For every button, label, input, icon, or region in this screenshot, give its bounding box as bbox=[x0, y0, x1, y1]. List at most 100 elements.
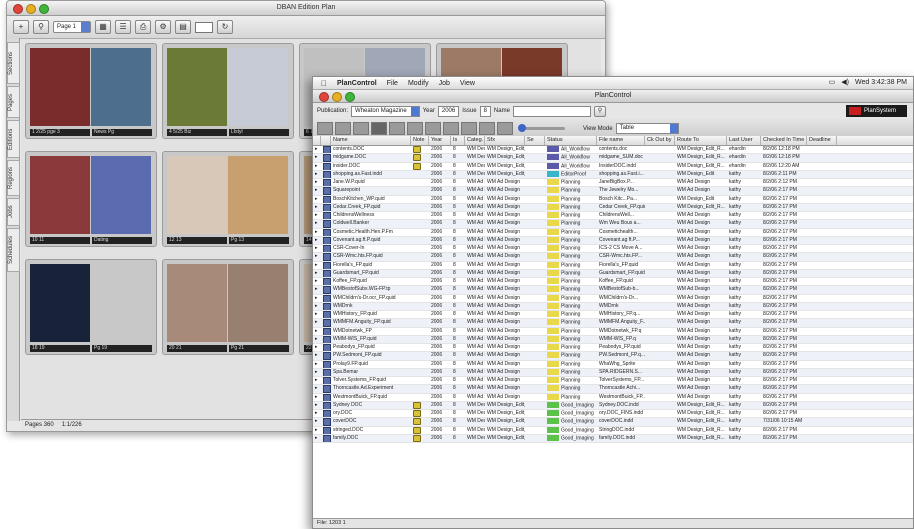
note-icon[interactable] bbox=[413, 434, 421, 442]
view-grid-icon[interactable]: ▦ bbox=[95, 20, 112, 34]
print-icon[interactable]: ⎙ bbox=[135, 20, 152, 34]
column-header[interactable]: Route To bbox=[675, 136, 727, 145]
table-row[interactable]: ▸WMMFM.Anguity_FP.quid20068WM Ad DesignW… bbox=[313, 319, 913, 328]
close-button[interactable] bbox=[319, 92, 329, 102]
table-row[interactable]: ▸Koffee_FP.quid20068WM Ad DesignWM Ad De… bbox=[313, 278, 913, 287]
column-header[interactable]: Categ. bbox=[465, 136, 485, 145]
disclosure-triangle-icon[interactable]: ▸ bbox=[313, 311, 321, 318]
slider-knob[interactable] bbox=[518, 123, 526, 132]
table-row[interactable]: ▸Peabodys_FP.quid20068WM Ad DesignWM Ad … bbox=[313, 344, 913, 353]
menu-job[interactable]: Job bbox=[439, 80, 450, 87]
settings-icon[interactable]: ⚙ bbox=[155, 20, 172, 34]
column-header[interactable]: Year bbox=[429, 136, 451, 145]
disclosure-triangle-icon[interactable]: ▸ bbox=[313, 220, 321, 227]
tool-button-11[interactable] bbox=[497, 121, 513, 135]
table-row[interactable]: ▸shopping.as.Fast.indd20068WM DesignWM D… bbox=[313, 170, 913, 179]
column-header[interactable]: Is bbox=[451, 136, 465, 145]
note-icon[interactable] bbox=[413, 426, 421, 434]
menu-clock[interactable]: Wed 3:42:38 PM bbox=[855, 77, 907, 89]
disclosure-triangle-icon[interactable]: ▸ bbox=[313, 245, 321, 252]
zoom-icon[interactable]: ⚲ bbox=[33, 20, 49, 34]
table-row[interactable]: ▸CSR-Cover-In20068WM Ad DesignWM Ad Desi… bbox=[313, 245, 913, 254]
table-row[interactable]: ▸coverDOC20068WM DesignWM Design_Edit_R.… bbox=[313, 418, 913, 427]
disclosure-triangle-icon[interactable]: ▸ bbox=[313, 319, 321, 326]
disclosure-triangle-icon[interactable]: ▸ bbox=[313, 187, 321, 194]
year-field[interactable]: 2006 bbox=[437, 105, 460, 117]
table-row[interactable]: ▸insider.DOC20068WM DesignWM Design_Edit… bbox=[313, 162, 913, 171]
display-icon[interactable]: ▭ bbox=[829, 77, 836, 89]
table-row[interactable]: ▸WMDrnk20068WM Ad DesignWM Ad DesignPlan… bbox=[313, 302, 913, 311]
disclosure-triangle-icon[interactable]: ▸ bbox=[313, 171, 321, 178]
zoom-button[interactable] bbox=[39, 4, 49, 14]
table-row[interactable]: ▸WMHistory_FP.quid20068WM Ad DesignWM Ad… bbox=[313, 311, 913, 320]
zoom-slider[interactable] bbox=[518, 123, 565, 132]
tool-button-8[interactable] bbox=[443, 121, 459, 135]
volume-icon[interactable]: ◀) bbox=[841, 77, 849, 89]
zoom-button[interactable] bbox=[345, 92, 355, 102]
column-header[interactable]: Se bbox=[525, 136, 545, 145]
table-row[interactable]: ▸ Thorncastle.Ad.Experiment 2006 8 WM Ad Des… bbox=[313, 385, 913, 394]
column-header[interactable]: Checked In Time bbox=[761, 136, 807, 145]
tool-button-3[interactable] bbox=[353, 121, 369, 135]
disclosure-triangle-icon[interactable]: ▸ bbox=[313, 163, 321, 170]
menu-modify[interactable]: Modify bbox=[408, 80, 429, 87]
tool-button-5[interactable] bbox=[389, 121, 405, 135]
disclosure-triangle-icon[interactable]: ▸ bbox=[313, 146, 321, 153]
column-header[interactable]: Deadline bbox=[807, 136, 837, 145]
disclosure-triangle-icon[interactable]: ▸ bbox=[313, 361, 321, 368]
table-row[interactable]: ▸Coldwell.Banker20068WM Ad DesignWM Ad D… bbox=[313, 220, 913, 229]
tool-button-6[interactable] bbox=[407, 121, 423, 135]
spread-thumbnail[interactable]: 4 5/25 Biz Lfstyl bbox=[162, 43, 294, 139]
column-header[interactable]: Sfx bbox=[485, 136, 525, 145]
spread-thumbnail[interactable]: 18 19 Pg 19 bbox=[25, 259, 157, 355]
page-selector[interactable]: Page 1 bbox=[53, 21, 92, 33]
spread-thumbnail[interactable]: 10 11 Dating bbox=[25, 151, 157, 247]
note-icon[interactable] bbox=[413, 410, 421, 417]
table-row[interactable]: ▸PW.Sedmont_FP.quid20068WM Ad DesignWM A… bbox=[313, 352, 913, 361]
table-row[interactable]: ▸WMM-WIS_FP.quid20068WM Ad DesignWM Ad D… bbox=[313, 335, 913, 344]
close-button[interactable] bbox=[13, 4, 23, 14]
note-icon[interactable] bbox=[413, 154, 421, 162]
spread-thumbnail[interactable]: 20 21 Pg 21 bbox=[162, 259, 294, 355]
disclosure-triangle-icon[interactable]: ▸ bbox=[313, 402, 321, 409]
disclosure-triangle-icon[interactable]: ▸ bbox=[313, 394, 321, 401]
disclosure-triangle-icon[interactable]: ▸ bbox=[313, 237, 321, 244]
issue-field[interactable]: 8 bbox=[479, 105, 491, 117]
search-icon[interactable]: ⚲ bbox=[593, 105, 606, 117]
disclosure-triangle-icon[interactable]: ▸ bbox=[313, 295, 321, 302]
disclosure-triangle-icon[interactable]: ▸ bbox=[313, 204, 321, 211]
note-icon[interactable] bbox=[413, 146, 421, 153]
column-header[interactable] bbox=[321, 136, 331, 145]
column-header[interactable]: Note bbox=[411, 136, 429, 145]
table-row[interactable]: ▸ Tolver.Systems_FP.quid 2006 8 WM Ad Design… bbox=[313, 377, 913, 386]
tool-button-10[interactable] bbox=[479, 121, 495, 135]
tab-regions[interactable]: Regions bbox=[7, 160, 20, 196]
table-row[interactable]: ▸stringed.DOC20068WM DesignWM Design_Edi… bbox=[313, 426, 913, 435]
tab-pages[interactable]: Pages bbox=[7, 86, 20, 118]
tab-editions[interactable]: Editions bbox=[7, 120, 20, 158]
refresh-icon[interactable]: ↻ bbox=[217, 20, 234, 34]
disclosure-triangle-icon[interactable]: ▸ bbox=[313, 212, 321, 219]
note-icon[interactable] bbox=[413, 401, 421, 409]
disclosure-triangle-icon[interactable]: ▸ bbox=[313, 262, 321, 269]
note-icon[interactable] bbox=[413, 162, 421, 170]
disclosure-triangle-icon[interactable]: ▸ bbox=[313, 418, 321, 425]
spread-thumbnail[interactable]: 12 13 Pg 13 bbox=[162, 151, 294, 247]
disclosure-triangle-icon[interactable]: ▸ bbox=[313, 336, 321, 343]
disclosure-triangle-icon[interactable]: ▸ bbox=[313, 369, 321, 376]
disclosure-triangle-icon[interactable]: ▸ bbox=[313, 303, 321, 310]
tab-schedules[interactable]: Schedules bbox=[7, 228, 20, 272]
table-row[interactable]: ▸WMDotnetwk_FP20068WM Ad DesignWM Ad Des… bbox=[313, 327, 913, 336]
table-row[interactable]: ▸Sydney DOC20068WM DesignWM Design_Edit_… bbox=[313, 401, 913, 410]
disclosure-triangle-icon[interactable]: ▸ bbox=[313, 179, 321, 186]
tab-jobs[interactable]: Jobs bbox=[7, 198, 20, 226]
table-row[interactable]: ▸Jane.W.P.quid20068WM Ad DesignWM Ad Des… bbox=[313, 179, 913, 188]
table-row[interactable]: ▸ChildrensWellness20068WM Ad DesignWM Ad… bbox=[313, 212, 913, 221]
disclosure-triangle-icon[interactable]: ▸ bbox=[313, 344, 321, 351]
tool-button-2[interactable] bbox=[335, 121, 351, 135]
tab-sections[interactable]: Sections bbox=[7, 42, 20, 84]
disclosure-triangle-icon[interactable]: ▸ bbox=[313, 229, 321, 236]
disclosure-triangle-icon[interactable]: ▸ bbox=[313, 328, 321, 335]
spread-thumbnail[interactable]: 1 2/25 pge 3 News Pg bbox=[25, 43, 157, 139]
table-row[interactable]: ▸WMBestofSubs.WG-FP.tp20068WM Ad DesignW… bbox=[313, 286, 913, 295]
